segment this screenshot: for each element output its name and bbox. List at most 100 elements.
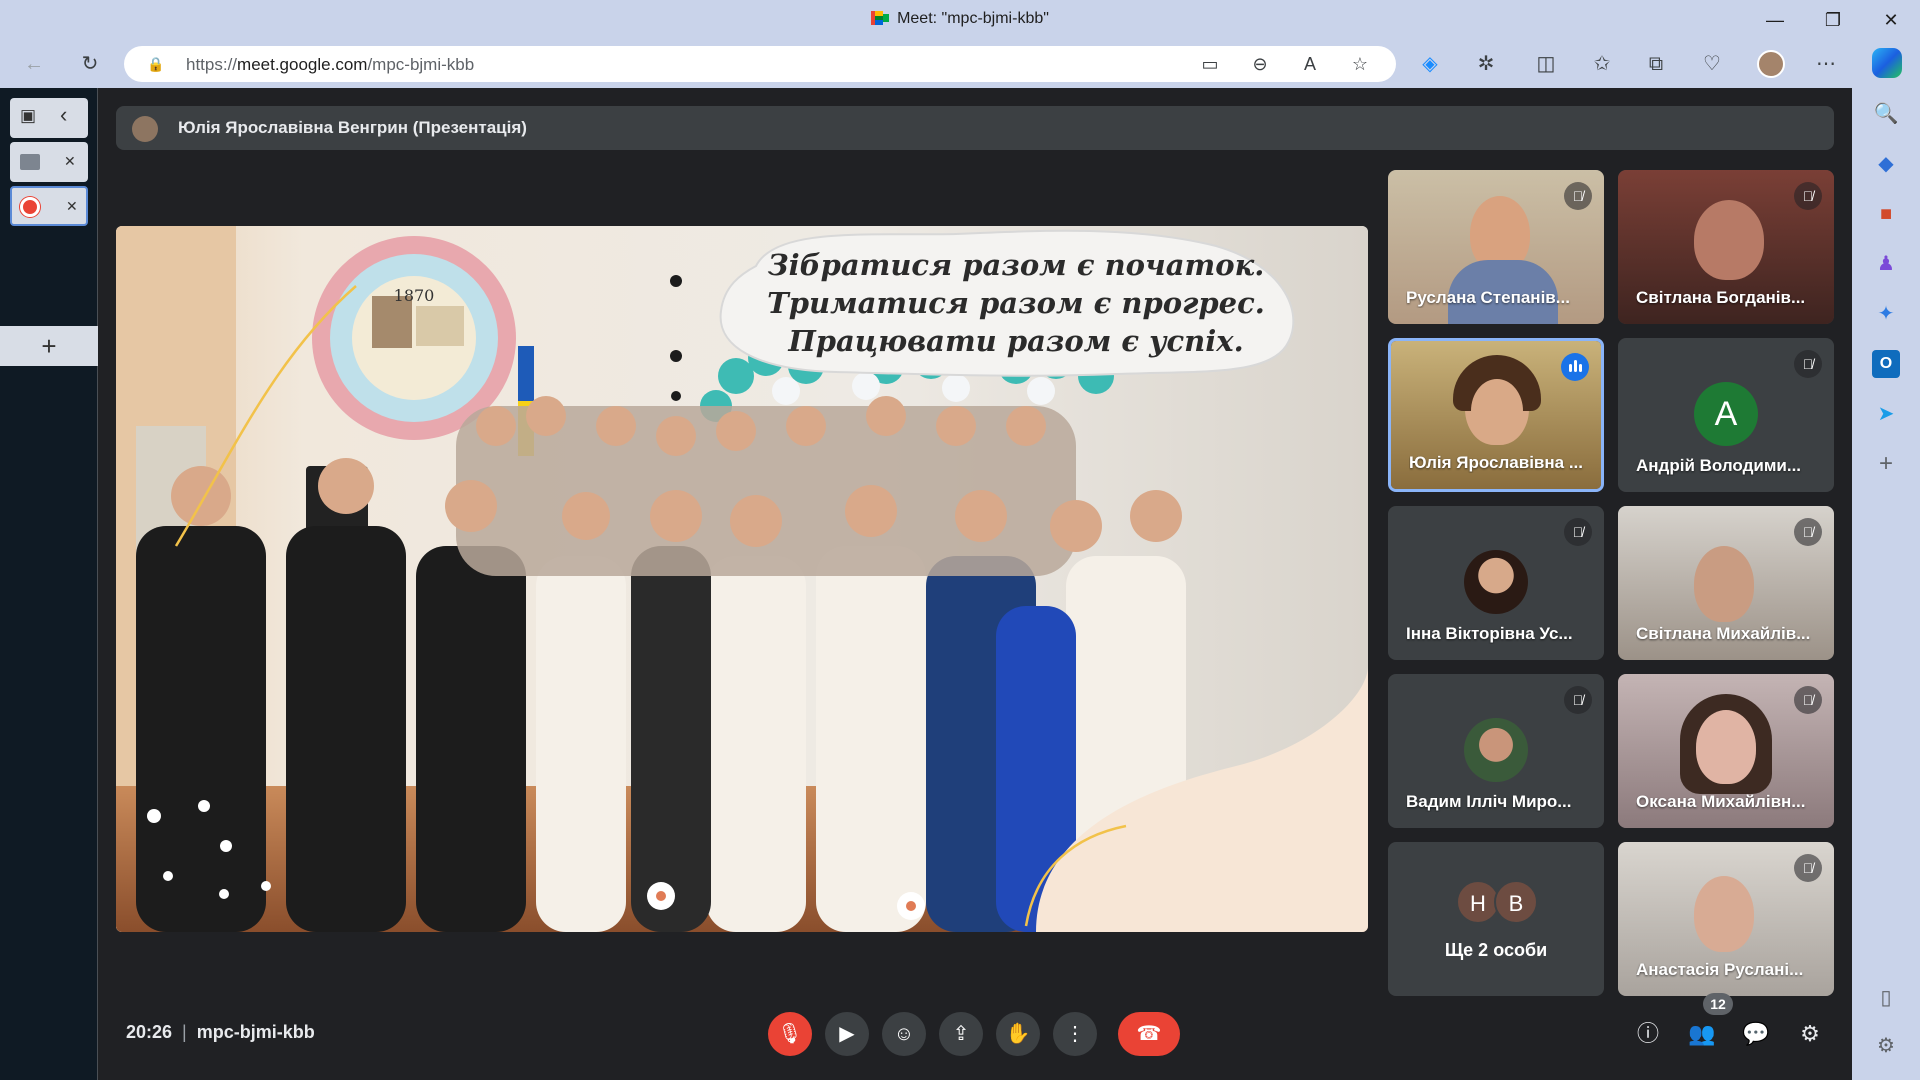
search-icon[interactable]: 🔍	[1872, 100, 1900, 128]
participant-name: Юлія Ярославівна ...	[1409, 453, 1583, 472]
present-screen-button[interactable]: ⇪	[939, 1012, 983, 1056]
participant-avatar	[1464, 550, 1528, 614]
meeting-details-button[interactable]: ⓘ	[1626, 1012, 1670, 1056]
participant-name: Інна Вікторівна Ус...	[1406, 624, 1573, 643]
more-participants-label: Ще 2 особи	[1444, 940, 1548, 960]
participant-tile[interactable]: 🎙̸ Світлана Богданів...	[1618, 170, 1834, 324]
tools-briefcase-icon[interactable]: ■	[1872, 200, 1900, 228]
muted-mic-icon: 🎙̸	[1794, 182, 1822, 210]
presenter-label: Юлія Ярославівна Венгрин (Презентація)	[178, 118, 527, 137]
presentation-stage[interactable]: 1870 Зібратися разом є початок. Триматис…	[116, 226, 1368, 932]
panel-toggle-icon[interactable]: ▣	[20, 106, 36, 126]
camera-in-use-icon[interactable]: ▭	[1194, 48, 1226, 80]
edge-sidebar: 🔍 ◆ ■ ♟ ✦ O ➤ + ▯ ⚙	[1852, 88, 1920, 1080]
muted-mic-icon: 🎙̸	[1794, 686, 1822, 714]
leave-call-button[interactable]: ☎	[1118, 1012, 1180, 1056]
hide-sidebar-icon[interactable]: ▯	[1872, 984, 1900, 1012]
participant-face	[1471, 379, 1523, 443]
speaking-indicator-icon	[1561, 353, 1589, 381]
send-icon[interactable]: ➤	[1872, 400, 1900, 428]
muted-mic-icon: 🎙̸	[1794, 518, 1822, 546]
muted-mic-icon: 🎙̸	[1564, 518, 1592, 546]
slide-quote: Зібратися разом є початок. Триматися раз…	[767, 248, 1265, 358]
participant-avatar	[1464, 718, 1528, 782]
participant-tile-speaking[interactable]: Юлія Ярославівна ...	[1388, 338, 1604, 492]
back-icon[interactable]: ←	[18, 48, 50, 80]
extensions-puzzle-icon[interactable]: ✲	[1470, 48, 1502, 80]
participant-tile[interactable]: 🎙̸ Оксана Михайлівн...	[1618, 674, 1834, 828]
settings-icon[interactable]: ⚙	[1872, 1032, 1900, 1060]
extension-icon[interactable]: ◈	[1414, 48, 1446, 80]
shopping-tag-icon[interactable]: ◆	[1872, 150, 1900, 178]
presenter-banner: Юлія Ярославівна Венгрин (Презентація)	[116, 106, 1834, 150]
meet-logo-icon	[871, 11, 890, 25]
participant-face	[1694, 876, 1754, 952]
chat-button[interactable]: 💬	[1734, 1012, 1778, 1056]
zoom-icon[interactable]: ⊖	[1244, 48, 1276, 80]
meeting-time: 20:26	[126, 1022, 173, 1042]
more-options-button[interactable]: ⋮	[1053, 1012, 1097, 1056]
tab-close-icon[interactable]: ✕	[66, 198, 78, 215]
browser-toolbar: ← ↻ 🔒 https://meet.google.com/mpc-bjmi-k…	[0, 40, 1920, 88]
reactions-button[interactable]: ☺	[882, 1012, 926, 1056]
add-sidebar-app-icon[interactable]: +	[1872, 450, 1900, 478]
muted-mic-icon: 🎙̸	[1794, 854, 1822, 882]
participant-tile[interactable]: 🎙̸ Інна Вікторівна Ус...	[1388, 506, 1604, 660]
copilot-icon[interactable]	[1872, 48, 1902, 78]
profile-avatar[interactable]	[1757, 50, 1785, 78]
tab-item[interactable]: ✕	[10, 142, 88, 182]
participant-name: Світлана Богданів...	[1636, 288, 1806, 307]
lock-icon[interactable]: 🔒	[140, 48, 172, 80]
split-screen-icon[interactable]: ◫	[1530, 48, 1562, 80]
more-participants-tile[interactable]: H B Ще 2 особи	[1388, 842, 1604, 996]
participant-tile[interactable]: 🎙̸ Руслана Степанів...	[1388, 170, 1604, 324]
recording-icon	[20, 197, 40, 217]
participant-tile[interactable]: 🎙̸ Анастасія Руслані...	[1618, 842, 1834, 996]
microphone-off-button[interactable]: 🎙	[768, 1012, 812, 1056]
window-title: Meet: "mpc-bjmi-kbb"	[0, 10, 1920, 28]
participant-name: Руслана Степанів...	[1406, 288, 1570, 307]
participant-name: Андрій Володими...	[1636, 456, 1802, 475]
camera-button[interactable]: ▶	[825, 1012, 869, 1056]
collapse-icon[interactable]: ‹	[60, 102, 67, 128]
tab-close-icon[interactable]: ✕	[64, 153, 76, 170]
more-participants-avatars: H B	[1456, 880, 1546, 924]
meeting-info-text: 20:26 | mpc-bjmi-kbb	[126, 1022, 315, 1042]
reload-icon[interactable]: ↻	[74, 48, 106, 80]
read-aloud-icon[interactable]: A	[1294, 48, 1326, 80]
people-button[interactable]: 👥	[1680, 1012, 1724, 1056]
participant-tile[interactable]: A 🎙̸ Андрій Володими...	[1618, 338, 1834, 492]
participant-name: Вадим Ілліч Миро...	[1406, 792, 1572, 811]
outlook-icon[interactable]: O	[1872, 350, 1900, 378]
minimize-button[interactable]: —	[1748, 0, 1802, 40]
new-tab-button[interactable]: +	[0, 326, 98, 366]
favorites-icon[interactable]: ✩	[1586, 48, 1618, 80]
copilot-sidebar-icon[interactable]: ✦	[1872, 300, 1900, 328]
participant-name: Анастасія Руслані...	[1636, 960, 1804, 979]
performance-icon[interactable]: ♡	[1696, 48, 1728, 80]
more-menu-icon[interactable]: ⋯	[1810, 48, 1842, 80]
meeting-code: mpc-bjmi-kbb	[196, 1022, 315, 1042]
maximize-button[interactable]: ❐	[1806, 0, 1860, 40]
tab-item-meet[interactable]: ✕	[10, 186, 88, 226]
favorite-star-icon[interactable]: ☆	[1344, 48, 1376, 80]
participant-face	[1696, 710, 1756, 784]
collections-icon[interactable]: ⧉	[1640, 48, 1672, 80]
tab-favicon-icon	[20, 154, 40, 170]
games-icon[interactable]: ♟	[1872, 250, 1900, 278]
participant-face	[1694, 546, 1754, 622]
raise-hand-button[interactable]: ✋	[996, 1012, 1040, 1056]
muted-mic-icon: 🎙̸	[1564, 686, 1592, 714]
participant-tile[interactable]: 🎙̸ Світлана Михайлів...	[1618, 506, 1834, 660]
participant-avatar: A	[1694, 382, 1758, 446]
muted-mic-icon: 🎙̸	[1564, 182, 1592, 210]
activities-button[interactable]: ⚙	[1788, 1012, 1832, 1056]
participant-avatar: B	[1494, 880, 1538, 924]
url-text[interactable]: https://meet.google.com/mpc-bjmi-kbb	[186, 55, 474, 75]
participant-tile[interactable]: 🎙̸ Вадим Ілліч Миро...	[1388, 674, 1604, 828]
close-window-button[interactable]: ✕	[1864, 0, 1918, 40]
address-bar[interactable]: 🔒 https://meet.google.com/mpc-bjmi-kbb ▭…	[124, 46, 1396, 82]
participant-name: Світлана Михайлів...	[1636, 624, 1811, 643]
muted-mic-icon: 🎙̸	[1794, 350, 1822, 378]
participant-face	[1694, 200, 1764, 280]
